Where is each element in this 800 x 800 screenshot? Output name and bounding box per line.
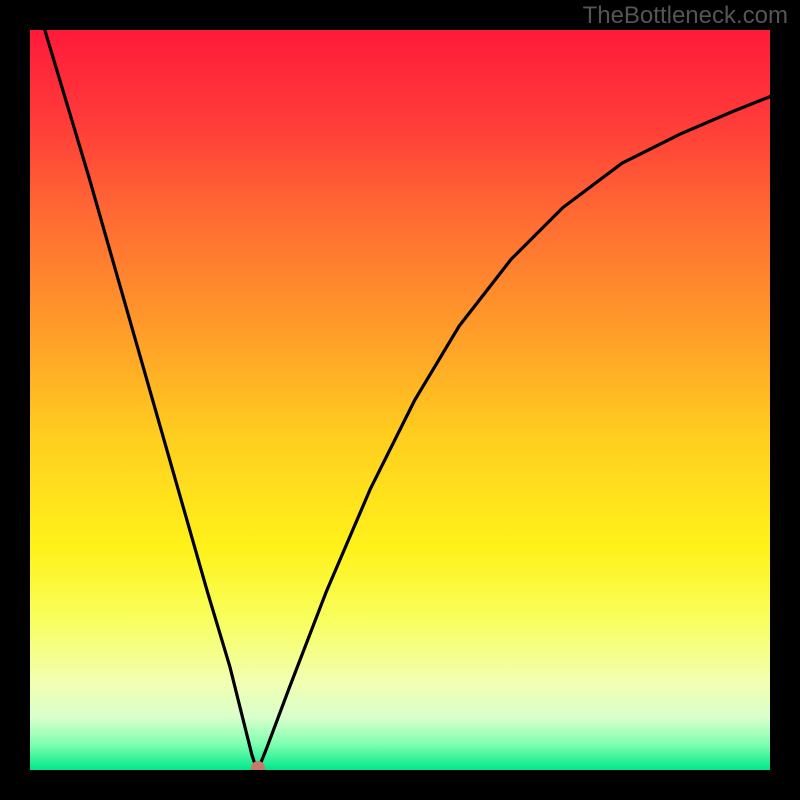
bottleneck-curve (30, 30, 770, 770)
chart-frame: TheBottleneck.com (0, 0, 800, 800)
watermark-text: TheBottleneck.com (583, 2, 788, 30)
plot-area (30, 30, 770, 770)
optimum-marker (251, 761, 265, 770)
